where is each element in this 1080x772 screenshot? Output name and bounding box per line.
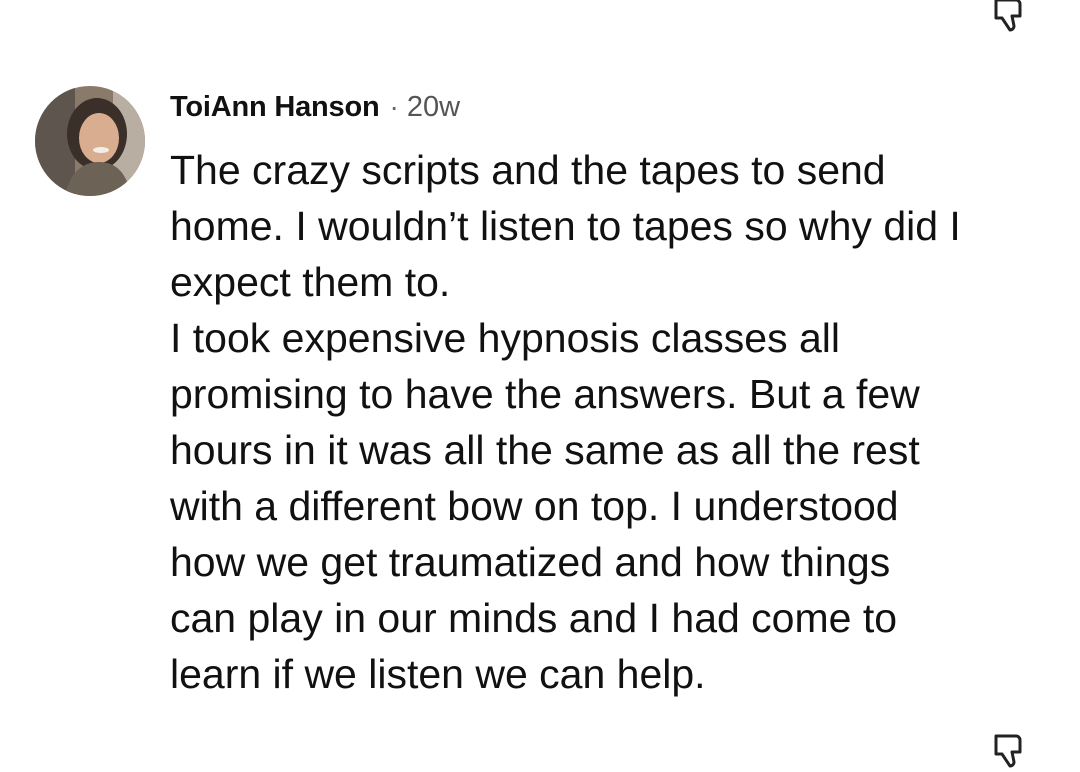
comment-body: The crazy scripts and the tapes to send … [170, 142, 1050, 702]
comment-line: The crazy scripts and the tapes to send [170, 147, 886, 193]
avatar[interactable] [35, 86, 145, 196]
comment-line: expect them to. [170, 259, 451, 305]
comment-line: can play in our minds and I had come to [170, 595, 898, 641]
comment-line: home. I wouldn’t listen to tapes so why … [170, 203, 961, 249]
comment-line: learn if we listen we can help. [170, 651, 706, 697]
comment-timestamp: 20w [406, 90, 461, 123]
comment-line: with a different bow on top. I understoo… [170, 483, 899, 529]
comment-line: hours in it was all the same as all the … [170, 427, 920, 473]
comment-line: how we get traumatized and how things [170, 539, 891, 585]
comment-line: I took expensive hypnosis classes all [170, 315, 841, 361]
thumbs-down-icon [994, 0, 1022, 32]
comment-line: promising to have the answers. But a few [170, 371, 920, 417]
comment-header: ToiAnn Hanson · 20w [170, 88, 460, 126]
meta-separator: · [389, 91, 399, 122]
comment-author[interactable]: ToiAnn Hanson [170, 91, 380, 124]
thumbs-down-icon [994, 734, 1022, 768]
dislike-button-previous[interactable] [990, 0, 1030, 36]
user-avatar-image [35, 86, 145, 196]
dislike-button[interactable] [990, 728, 1030, 772]
